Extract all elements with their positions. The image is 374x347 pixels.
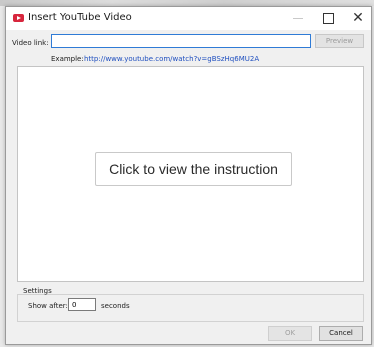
settings-group-label: Settings xyxy=(23,287,52,295)
view-instruction-button[interactable]: Click to view the instruction xyxy=(95,152,292,186)
close-button[interactable]: ✕ xyxy=(344,7,372,30)
cancel-button[interactable]: Cancel xyxy=(319,326,363,341)
insert-youtube-video-dialog: Insert YouTube Video ✕ Video link: Previ… xyxy=(5,6,372,345)
video-preview-area: Click to view the instruction xyxy=(17,66,364,282)
minimize-button[interactable] xyxy=(284,7,312,30)
minimize-icon xyxy=(293,18,303,19)
youtube-icon xyxy=(13,14,24,22)
close-icon: ✕ xyxy=(352,10,364,26)
show-after-input[interactable] xyxy=(68,298,96,311)
ok-button[interactable]: OK xyxy=(268,326,312,341)
maximize-button[interactable] xyxy=(314,7,342,30)
preview-button[interactable]: Preview xyxy=(315,34,364,48)
example-url: http://www.youtube.com/watch?v=gBSzHq6MU… xyxy=(84,55,260,63)
window-title: Insert YouTube Video xyxy=(28,12,132,23)
show-after-label: Show after: xyxy=(28,302,68,310)
title-bar: Insert YouTube Video ✕ xyxy=(6,7,371,30)
maximize-icon xyxy=(323,13,334,24)
seconds-label: seconds xyxy=(101,302,130,310)
video-link-input[interactable] xyxy=(51,34,311,48)
example-label: Example: xyxy=(51,55,84,63)
video-link-label: Video link: xyxy=(12,39,49,47)
